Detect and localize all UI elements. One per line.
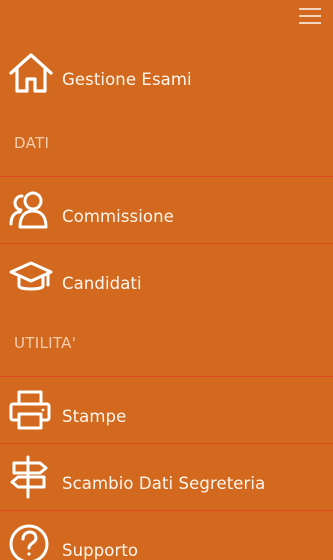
menu-item-stampe[interactable]: Stampe: [0, 377, 333, 443]
graduation-cap-icon: [8, 253, 56, 301]
menu-item-label: Stampe: [62, 406, 127, 426]
menu-item-label: Commissione: [62, 206, 174, 226]
menu-item-gestione-esami[interactable]: Gestione Esami: [0, 36, 333, 110]
top-bar: [0, 0, 333, 40]
question-circle-icon: [8, 520, 56, 560]
home-icon: [8, 49, 56, 97]
menu-item-scambio-dati-segreteria[interactable]: Scambio Dati Segreteria: [0, 444, 333, 510]
menu-item-candidati[interactable]: Candidati: [0, 244, 333, 310]
users-icon: [8, 186, 56, 234]
menu-item-label: Scambio Dati Segreteria: [62, 473, 266, 493]
menu-item-supporto[interactable]: Supporto: [0, 511, 333, 560]
signpost-icon: [8, 453, 56, 501]
menu-item-label: Gestione Esami: [62, 69, 192, 89]
menu-item-label: Candidati: [62, 273, 142, 293]
menu-item-label: Supporto: [62, 540, 139, 560]
section-title-dati: DATI: [14, 134, 50, 152]
hamburger-menu-icon[interactable]: [299, 8, 321, 26]
section-title-utilita: UTILITA': [14, 334, 77, 352]
menu-item-commissione[interactable]: Commissione: [0, 177, 333, 243]
printer-icon: [8, 386, 56, 434]
